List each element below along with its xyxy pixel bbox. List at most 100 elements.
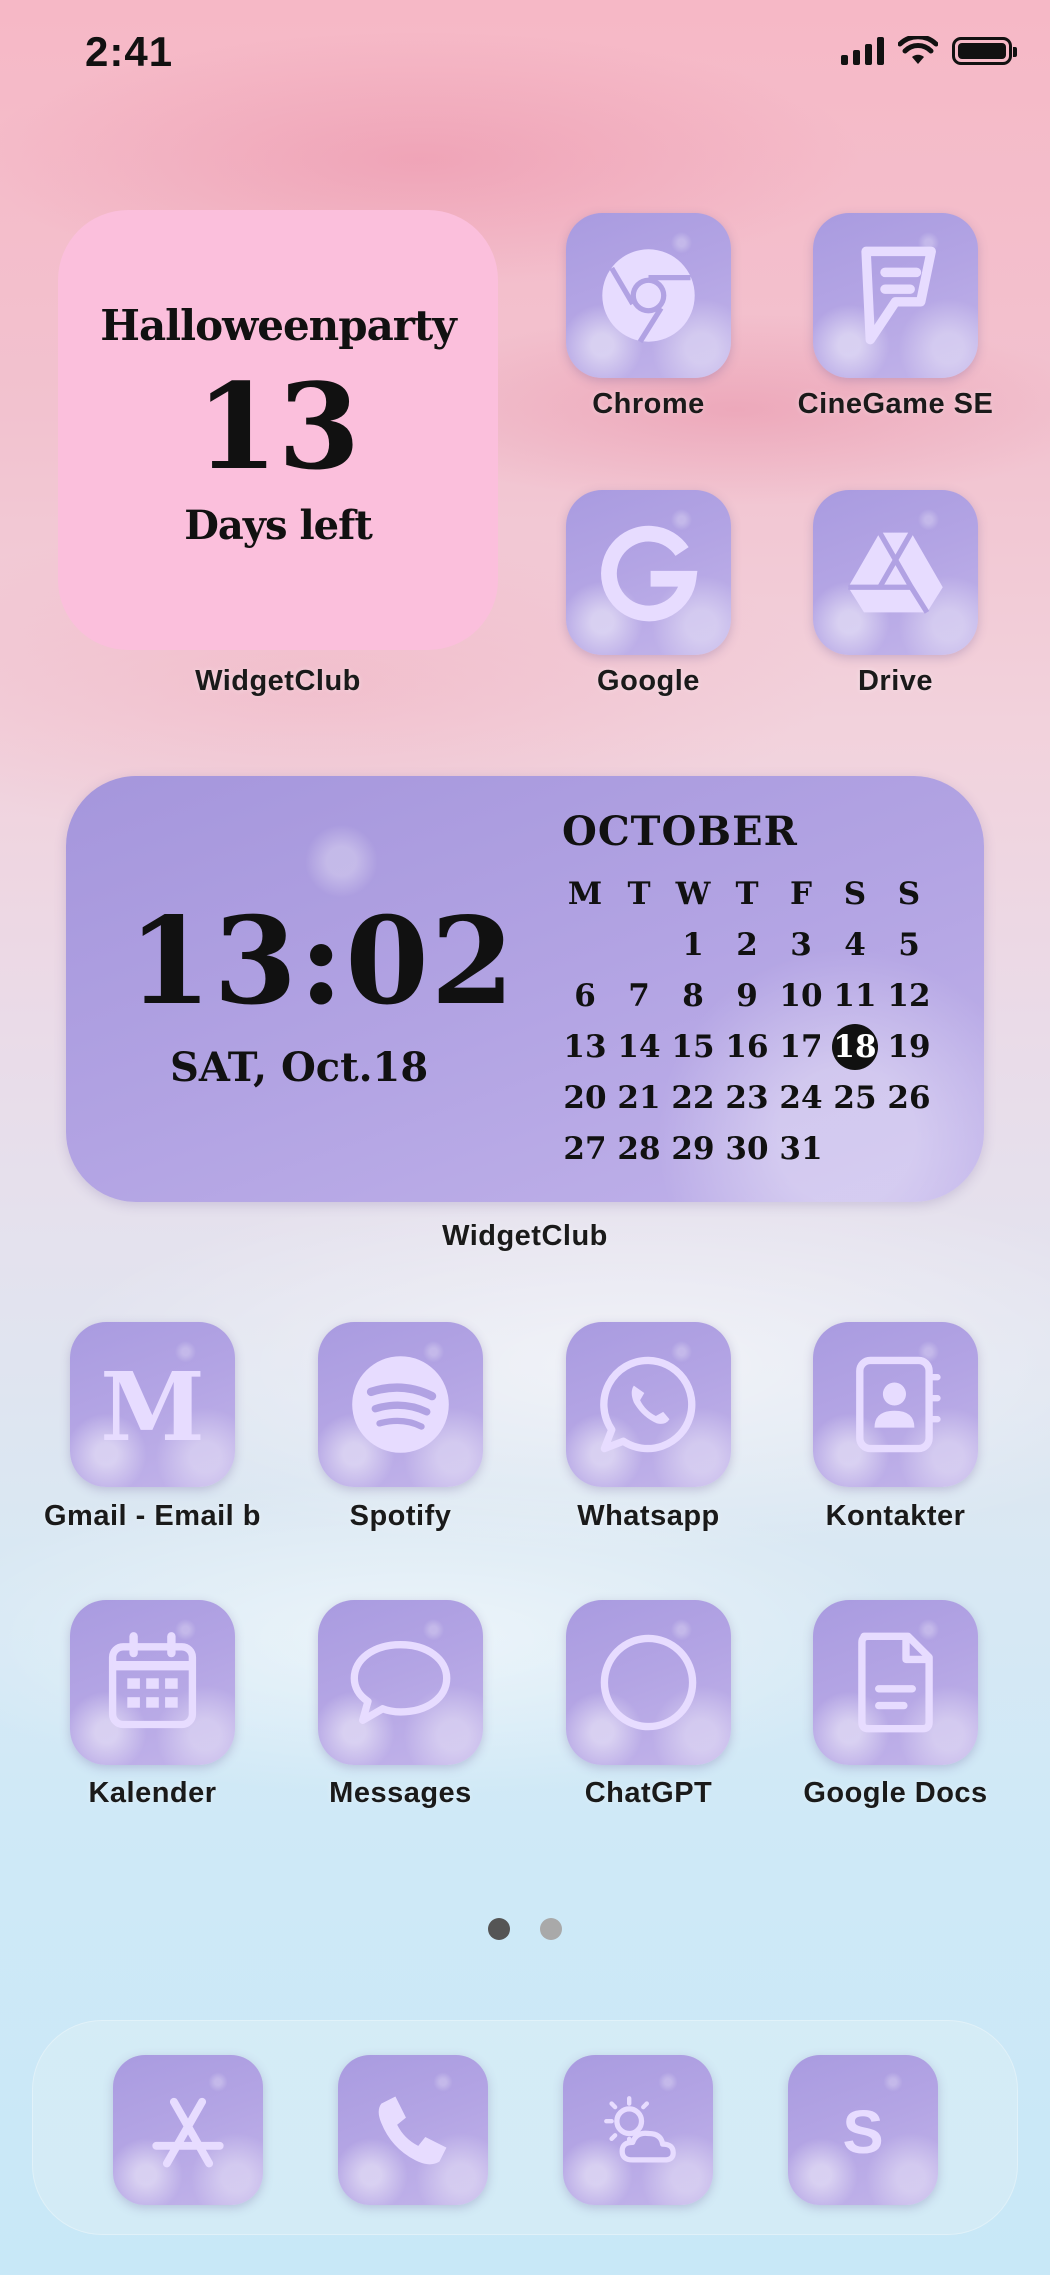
calendar-day: 14: [617, 1028, 661, 1065]
calendar-day: 2: [736, 926, 758, 963]
calendar-day: 12: [887, 977, 931, 1014]
contacts-icon: [856, 1356, 941, 1453]
messages-icon: [350, 1641, 451, 1724]
app-gmail[interactable]: M: [70, 1322, 235, 1487]
widget-date: SAT, Oct.18: [170, 1044, 429, 1091]
calendar-today: 18: [828, 1023, 882, 1070]
app-store-icon: [152, 2097, 224, 2168]
calendar-day: 25: [833, 1079, 877, 1116]
app-kontakter[interactable]: [813, 1322, 978, 1487]
calendar-day: 28: [617, 1130, 661, 1167]
calendar-weekday: T: [627, 875, 651, 912]
calendar-day: 30: [725, 1130, 769, 1167]
calendar-day: 16: [725, 1028, 769, 1065]
app-gmail-label: Gmail - Email b: [44, 1500, 261, 1532]
calendar-day: 1: [682, 926, 704, 963]
app-kontakter-label: Kontakter: [825, 1500, 966, 1532]
battery-icon: [952, 37, 1017, 65]
app-google-docs[interactable]: [813, 1600, 978, 1765]
calendar-icon: [108, 1632, 197, 1729]
calendar-day: 5: [898, 926, 920, 963]
calendar-day: 13: [563, 1028, 607, 1065]
status-time: 2:41: [85, 28, 174, 75]
calendar-weekday: T: [735, 875, 759, 912]
app-messages-label: Messages: [329, 1777, 472, 1809]
app-chatgpt[interactable]: [566, 1600, 731, 1765]
calendar-day: 17: [779, 1028, 823, 1065]
calendar-weekday: S: [843, 875, 867, 912]
calendar-day: 8: [682, 977, 704, 1014]
app-cinegame[interactable]: [813, 213, 978, 378]
calendar-day: 31: [779, 1130, 823, 1167]
app-google[interactable]: [566, 490, 731, 655]
page-dot-2[interactable]: [540, 1918, 562, 1940]
calendar-day: 26: [887, 1079, 931, 1116]
widget-clock: 13:02: [128, 891, 517, 1032]
dock-phone[interactable]: [338, 2055, 488, 2205]
calendar-day: 21: [617, 1079, 661, 1116]
phone-icon: [378, 2096, 447, 2165]
drive-icon: [848, 531, 943, 614]
app-kalender[interactable]: [70, 1600, 235, 1765]
calendar-weekday: F: [789, 875, 812, 912]
app-google-docs-label: Google Docs: [803, 1777, 988, 1809]
calendar-weekday: M: [567, 875, 603, 912]
wifi-icon: [898, 36, 938, 64]
calendar-day: 11: [833, 977, 877, 1014]
calendar-weekday: S: [897, 875, 921, 912]
calendar-weekday: W: [675, 875, 711, 912]
app-spotify-label: Spotify: [349, 1500, 452, 1532]
calendar-day: 19: [887, 1028, 931, 1065]
calendar-day: 20: [563, 1079, 607, 1116]
calendar-grid: M T W T F S S 1 2 3 4 5 6 7 8 9 10 11 12 13 14 15 16 17 18 19 20 21…: [558, 868, 936, 1174]
calendar-today-marker: 18: [832, 1023, 878, 1070]
app-chrome[interactable]: [566, 213, 731, 378]
app-whatsapp[interactable]: [566, 1322, 731, 1487]
calendar-day: 23: [725, 1079, 769, 1116]
google-icon: [601, 525, 698, 622]
chrome-icon: [602, 249, 695, 344]
clock-calendar-widget[interactable]: 13:02 SAT, Oct.18 OCTOBER MTWTFSS1234567…: [66, 776, 984, 1202]
dock-app-store[interactable]: [113, 2055, 263, 2205]
chatgpt-icon: [600, 1634, 697, 1731]
cellular-signal-icon: [841, 37, 884, 65]
calendar-month: OCTOBER: [562, 808, 798, 855]
app-google-label: Google: [597, 665, 700, 697]
app-messages[interactable]: [318, 1600, 483, 1765]
app-drive[interactable]: [813, 490, 978, 655]
whatsapp-icon: [600, 1356, 696, 1453]
calendar-widget-label: WidgetClub: [442, 1220, 608, 1252]
calendar-day: 10: [779, 977, 823, 1014]
status-icons: [841, 36, 1017, 66]
svg-text:M: M: [100, 1352, 205, 1457]
calendar-day: 4: [844, 926, 866, 963]
app-spotify[interactable]: [318, 1322, 483, 1487]
app-chrome-label: Chrome: [592, 388, 705, 420]
calendar-day: 3: [790, 926, 812, 963]
app-whatsapp-label: Whatsapp: [577, 1500, 720, 1532]
page-indicator[interactable]: [0, 1918, 1050, 1940]
countdown-widget[interactable]: Halloweenparty 13 Days left: [58, 210, 498, 650]
svg-text:S: S: [842, 2098, 883, 2167]
spotify-icon: [352, 1356, 449, 1453]
dock: S: [32, 2020, 1018, 2235]
dock-shazam[interactable]: S: [788, 2055, 938, 2205]
foursquare-icon: [861, 246, 936, 345]
calendar-day: 6: [574, 977, 596, 1014]
shazam-icon: S: [842, 2098, 883, 2167]
calendar-day: 9: [736, 977, 758, 1014]
app-cinegame-label: CineGame SE: [797, 388, 994, 420]
app-drive-label: Drive: [857, 665, 934, 697]
countdown-event-title: Halloweenparty: [100, 301, 456, 350]
calendar-day: 29: [671, 1130, 715, 1167]
calendar-day: 27: [563, 1130, 607, 1167]
countdown-days: 13: [195, 357, 361, 496]
calendar-day: 15: [671, 1028, 715, 1065]
dock-weather[interactable]: [563, 2055, 713, 2205]
weather-icon: [604, 2096, 676, 2163]
calendar-day: 7: [628, 977, 650, 1014]
docs-icon: [858, 1632, 933, 1733]
page-dot-1[interactable]: [488, 1918, 510, 1940]
countdown-suffix: Days left: [184, 502, 373, 549]
calendar-day: 24: [779, 1079, 823, 1116]
